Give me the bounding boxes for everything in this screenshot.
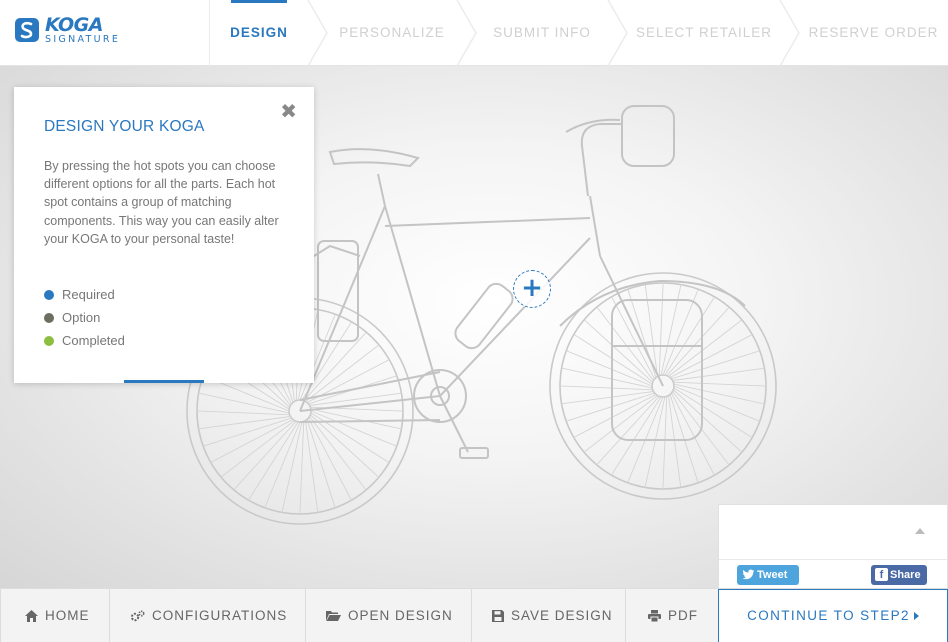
- facebook-share-button[interactable]: f Share: [871, 565, 927, 585]
- open-design-button[interactable]: OPEN DESIGN: [306, 589, 472, 642]
- twitter-bird-icon: [742, 569, 755, 580]
- legend-item-option: Option: [44, 309, 125, 332]
- step-separator: [779, 0, 800, 66]
- step-navigation: DESIGN PERSONALIZE SUBMIT INFO SELECT RE…: [211, 0, 948, 66]
- home-button[interactable]: HOME: [0, 589, 110, 642]
- divider: [719, 559, 947, 560]
- completed-dot-icon: [44, 336, 54, 346]
- koga-logo-icon: [15, 18, 39, 42]
- folder-open-icon: [326, 610, 341, 622]
- step-select-retailer[interactable]: SELECT RETAILER: [623, 0, 785, 66]
- share-panel: Tweet f Share: [718, 504, 948, 590]
- save-design-label: SAVE DESIGN: [511, 608, 613, 623]
- floppy-save-icon: [492, 610, 504, 623]
- hotspot-legend: Required Option Completed: [44, 286, 125, 355]
- configurations-button[interactable]: CONFIGURATIONS: [110, 589, 306, 642]
- bottom-toolbar: HOME CONFIGURATIONS OPEN DESIGN SAVE DES…: [0, 588, 948, 642]
- legend-label: Option: [62, 310, 101, 325]
- home-label: HOME: [45, 608, 90, 623]
- configurations-label: CONFIGURATIONS: [152, 608, 288, 623]
- tweet-button[interactable]: Tweet: [737, 565, 799, 585]
- plus-icon: +: [521, 273, 543, 303]
- close-icon[interactable]: ✖: [280, 101, 297, 121]
- legend-item-required: Required: [44, 286, 125, 309]
- brand-tagline: SIGNATURE: [45, 34, 121, 45]
- continue-to-step2-button[interactable]: CONTINUE TO STEP2: [718, 589, 948, 642]
- brand-name: KOGA: [45, 14, 103, 36]
- step-reserve-order[interactable]: RESERVE ORDER: [799, 0, 948, 66]
- step-submit-info[interactable]: SUBMIT INFO: [473, 0, 611, 66]
- collapse-up-icon[interactable]: [915, 528, 925, 534]
- info-description: By pressing the hot spots you can choose…: [44, 159, 279, 246]
- design-info-panel: ✖ DESIGN YOUR KOGA By pressing the hot s…: [14, 87, 314, 383]
- pdf-label: PDF: [668, 608, 698, 623]
- open-design-label: OPEN DESIGN: [348, 608, 453, 623]
- info-title: DESIGN YOUR KOGA: [44, 118, 205, 135]
- pdf-button[interactable]: PDF: [626, 589, 718, 642]
- facebook-icon: f: [875, 568, 888, 581]
- required-dot-icon: [44, 290, 54, 300]
- tweet-label: Tweet: [757, 569, 788, 581]
- home-icon: [25, 610, 38, 623]
- option-dot-icon: [44, 313, 54, 323]
- step-personalize[interactable]: PERSONALIZE: [323, 0, 461, 66]
- hotspot-button[interactable]: +: [513, 270, 551, 308]
- facebook-share-label: Share: [890, 569, 921, 581]
- legend-label: Required: [62, 287, 115, 302]
- top-header: KOGA SIGNATURE DESIGN PERSONALIZE SUBMIT…: [0, 0, 948, 66]
- step-design[interactable]: DESIGN: [211, 0, 307, 66]
- continue-label: CONTINUE TO STEP2: [747, 608, 910, 623]
- legend-label: Completed: [62, 333, 125, 348]
- caret-right-icon: [913, 612, 919, 621]
- gears-icon: [130, 610, 145, 623]
- info-accent-bar: [124, 380, 204, 383]
- legend-item-completed: Completed: [44, 332, 125, 355]
- koga-logo[interactable]: KOGA SIGNATURE: [0, 0, 210, 66]
- save-design-button[interactable]: SAVE DESIGN: [472, 589, 626, 642]
- printer-icon: [648, 610, 661, 623]
